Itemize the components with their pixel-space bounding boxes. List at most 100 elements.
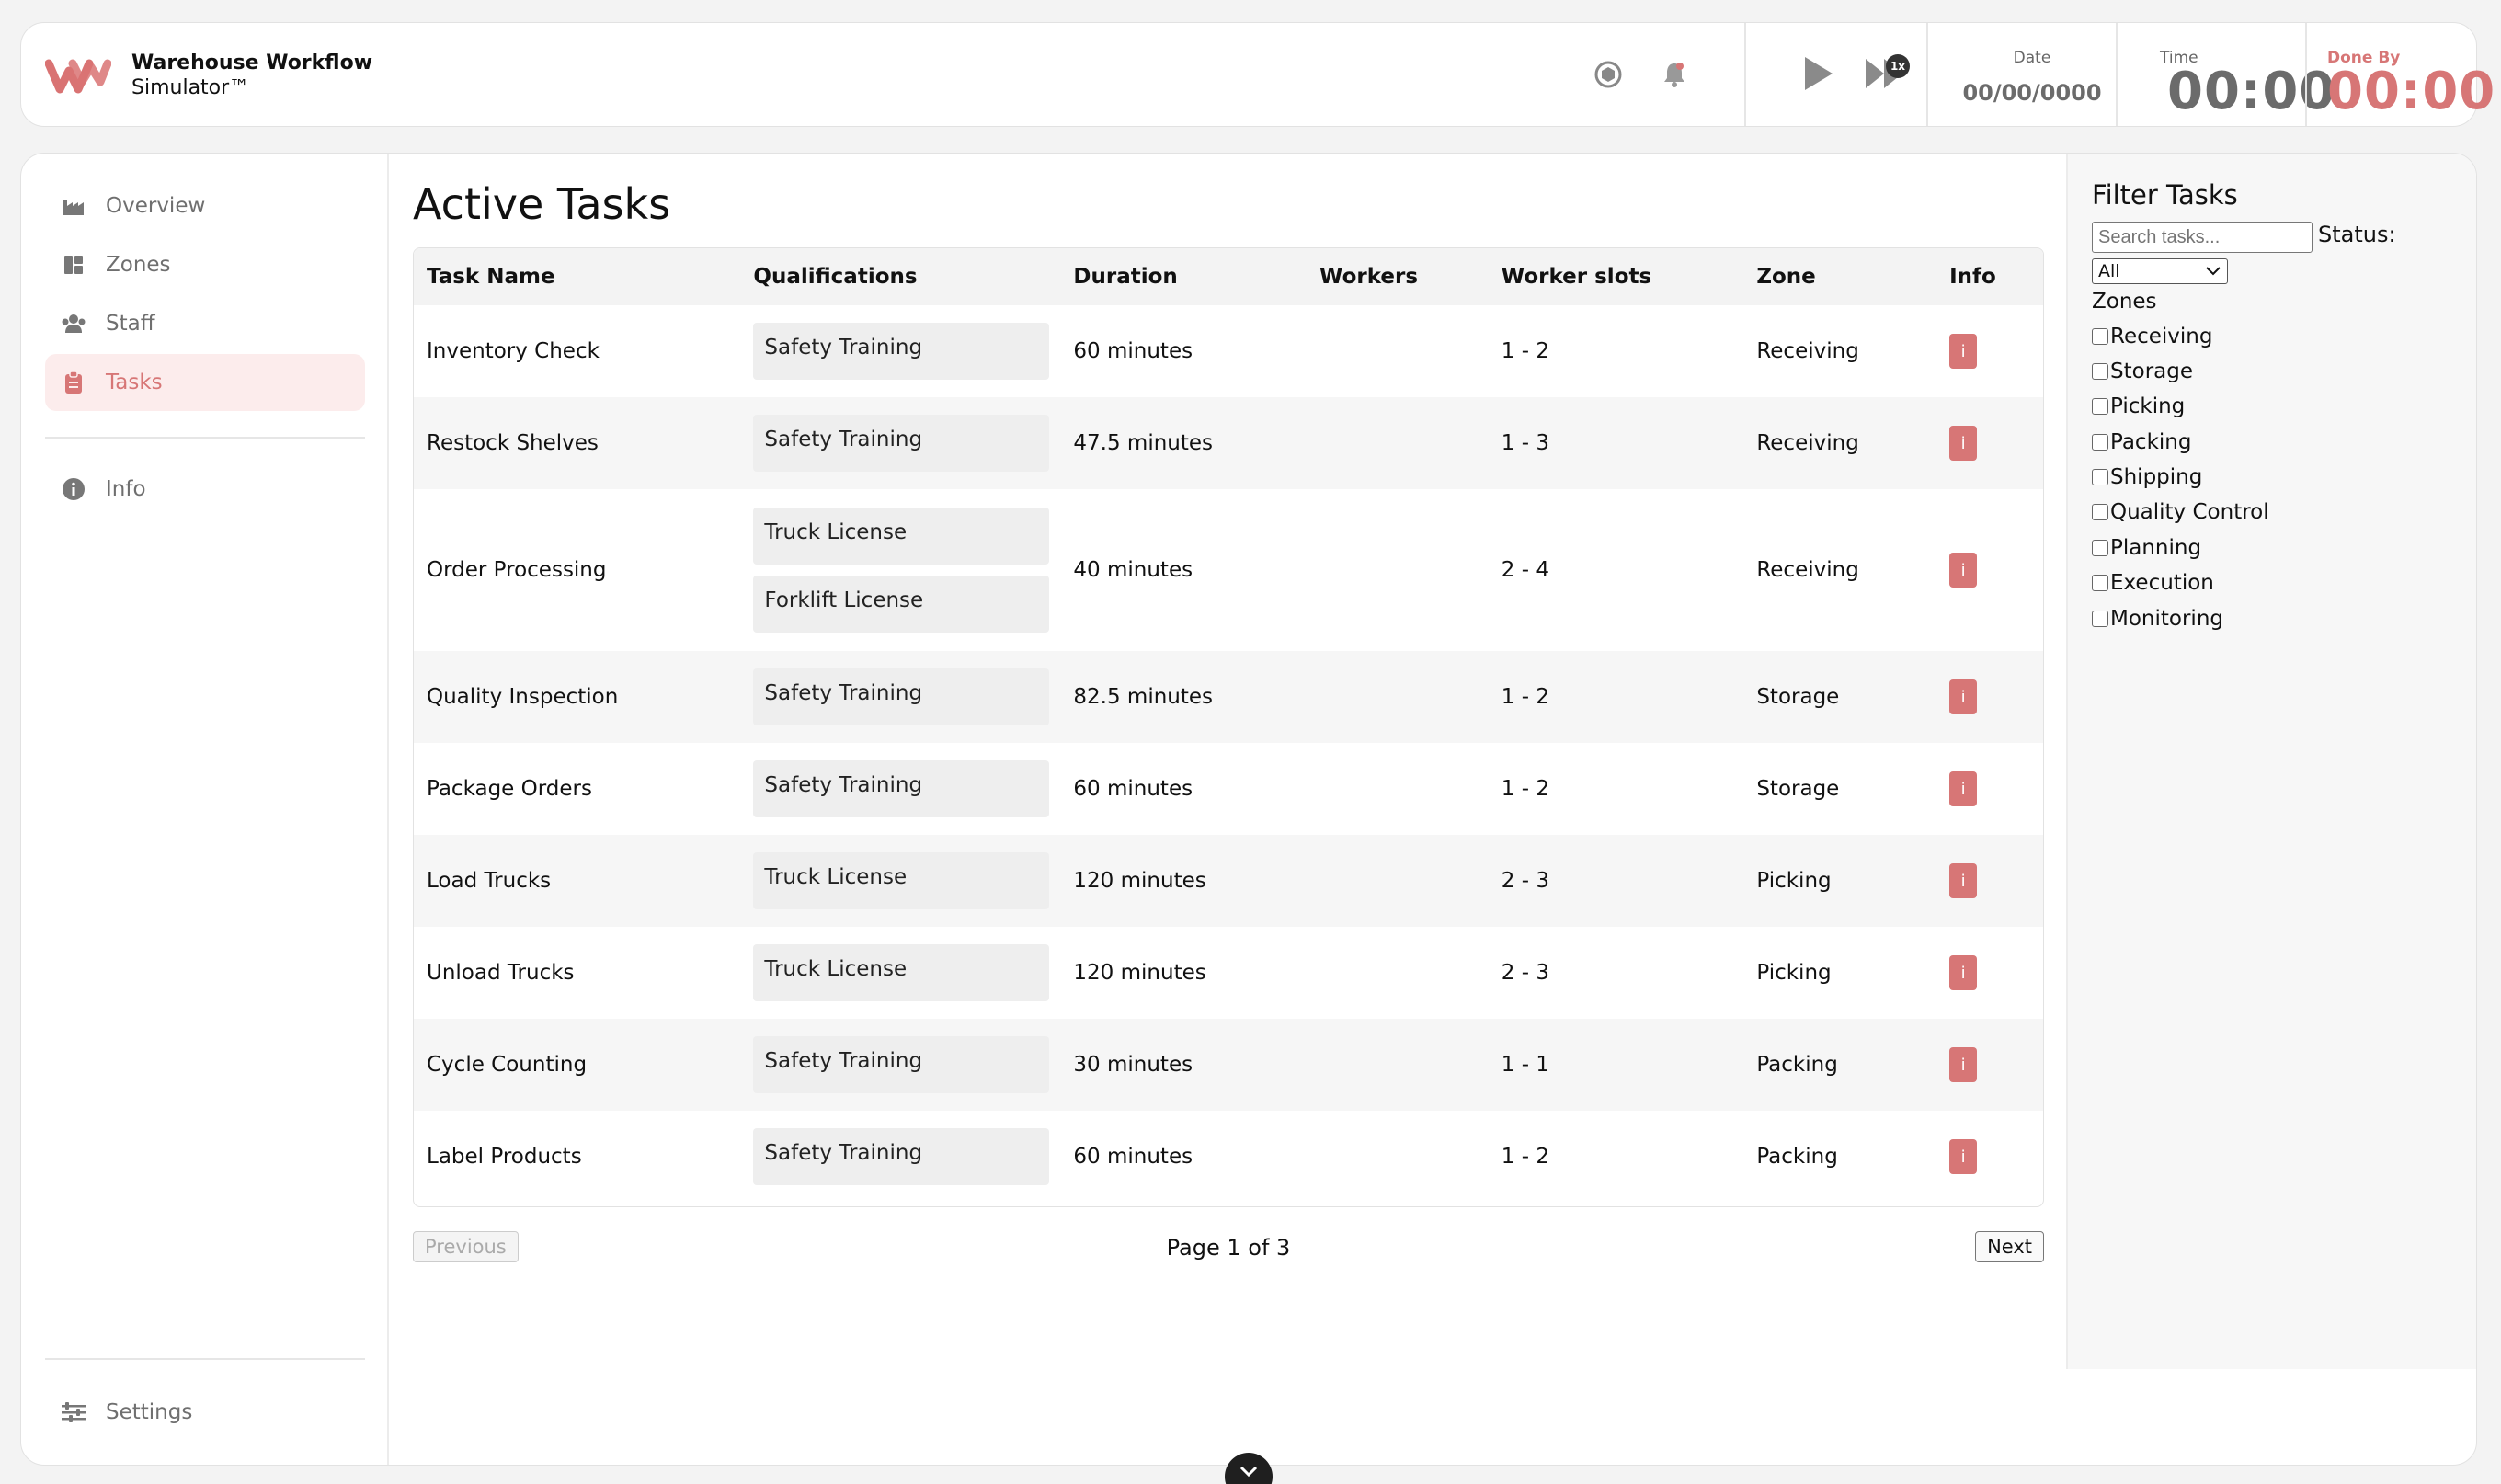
qualification-tag: Safety Training (753, 1128, 1050, 1185)
checkbox[interactable] (2092, 469, 2108, 485)
column-header[interactable]: Workers (1307, 248, 1489, 305)
task-name: Package Orders (427, 777, 592, 801)
info-button[interactable]: i (1949, 553, 1978, 588)
app-subtitle: Simulator™ (131, 76, 250, 99)
zone-filter-label: Planning (2110, 536, 2202, 560)
info-button[interactable]: i (1949, 334, 1978, 369)
next-button[interactable]: Next (1975, 1231, 2044, 1262)
task-duration: 30 minutes (1073, 1053, 1193, 1077)
play-button[interactable] (1801, 55, 1836, 96)
checkbox[interactable] (2092, 328, 2108, 345)
info-button[interactable]: i (1949, 426, 1978, 461)
task-zone: Packing (1756, 1145, 1838, 1169)
task-name: Unload Trucks (427, 961, 575, 985)
sidebar-item-label: Info (106, 477, 146, 501)
zone-filter-quality-control[interactable]: Quality Control (2092, 500, 2269, 524)
done-by-block: Done By 00:00 (2307, 23, 2495, 126)
checkbox[interactable] (2092, 434, 2108, 451)
zone-filter-picking[interactable]: Picking (2092, 394, 2185, 418)
info-button[interactable]: i (1949, 1047, 1978, 1082)
info-button[interactable]: i (1949, 1139, 1978, 1174)
task-workers (1307, 1111, 1489, 1203)
sidebar-item-label: Staff (106, 312, 155, 336)
filter-panel: Filter Tasks Status: All Zones Receiving… (2066, 154, 2476, 1369)
qualification-tag: Safety Training (753, 760, 1050, 817)
zone-filter-label: Quality Control (2110, 500, 2269, 524)
checkbox[interactable] (2092, 398, 2108, 415)
info-circle-icon (60, 475, 87, 503)
checkbox[interactable] (2092, 540, 2108, 556)
table-row: Load Trucks Truck License 120 minutes 2 … (414, 835, 2043, 927)
status-select[interactable]: All (2092, 258, 2228, 284)
zone-filter-receiving[interactable]: Receiving (2092, 325, 2212, 348)
info-button[interactable]: i (1949, 955, 1978, 990)
zone-filter-monitoring[interactable]: Monitoring (2092, 607, 2223, 631)
task-name: Label Products (427, 1145, 582, 1169)
zone-filter-label: Packing (2110, 430, 2192, 454)
date-value: 00/00/0000 (1962, 80, 2102, 106)
task-zone: Storage (1756, 685, 1840, 709)
column-header[interactable]: Info (1936, 248, 2043, 305)
task-duration: 120 minutes (1073, 869, 1206, 893)
sidebar-item-label: Tasks (106, 371, 163, 394)
table-row: Quality Inspection Safety Training 82.5 … (414, 651, 2043, 743)
task-workers (1307, 835, 1489, 927)
search-input[interactable] (2092, 222, 2313, 253)
speed-badge[interactable]: 1x (1886, 54, 1910, 78)
cube-icon[interactable] (1592, 58, 1625, 91)
task-name: Inventory Check (427, 339, 600, 363)
column-header[interactable]: Task Name (414, 248, 741, 305)
task-name: Cycle Counting (427, 1053, 588, 1077)
qualification-tag: Safety Training (753, 415, 1050, 472)
qualification-tag: Safety Training (753, 323, 1050, 380)
chevron-down-icon (2205, 261, 2221, 281)
task-duration: 40 minutes (1073, 558, 1193, 582)
task-slots: 1 - 2 (1501, 777, 1549, 801)
task-name: Quality Inspection (427, 685, 619, 709)
table-row: Cycle Counting Safety Training 30 minute… (414, 1019, 2043, 1111)
task-zone: Receiving (1756, 339, 1859, 363)
qualification-tag: Forklift License (753, 576, 1050, 633)
zone-filter-packing[interactable]: Packing (2092, 430, 2191, 454)
checkbox[interactable] (2092, 363, 2108, 380)
tasks-content: Active Tasks Task Name Qualifications Du… (391, 154, 2088, 1465)
checkbox[interactable] (2092, 575, 2108, 591)
task-slots: 2 - 3 (1501, 869, 1549, 893)
zone-filter-label: Shipping (2110, 465, 2203, 489)
sliders-icon (60, 1398, 87, 1426)
sidebar-item-settings[interactable]: Settings (45, 1384, 365, 1441)
task-slots: 1 - 2 (1501, 1145, 1549, 1169)
task-zone: Storage (1756, 777, 1840, 801)
checkbox[interactable] (2092, 504, 2108, 520)
sidebar-item-tasks[interactable]: Tasks (45, 354, 365, 411)
sidebar-item-overview[interactable]: Overview (45, 177, 365, 234)
zone-filter-planning[interactable]: Planning (2092, 536, 2201, 560)
info-button[interactable]: i (1949, 771, 1978, 806)
task-workers (1307, 489, 1489, 651)
zone-filter-label: Monitoring (2110, 607, 2223, 631)
task-duration: 47.5 minutes (1073, 431, 1214, 455)
zone-filter-storage[interactable]: Storage (2092, 360, 2193, 383)
column-header[interactable]: Zone (1743, 248, 1937, 305)
bell-icon[interactable] (1658, 58, 1691, 91)
app-title: Warehouse Workflow (131, 51, 373, 74)
qualification-tag: Safety Training (753, 668, 1050, 725)
zone-filter-shipping[interactable]: Shipping (2092, 465, 2202, 489)
column-header[interactable]: Qualifications (740, 248, 1061, 305)
info-button[interactable]: i (1949, 863, 1978, 898)
info-button[interactable]: i (1949, 679, 1978, 714)
task-workers (1307, 927, 1489, 1019)
sidebar-item-info[interactable]: Info (45, 461, 365, 518)
column-header[interactable]: Duration (1060, 248, 1308, 305)
sidebar-item-staff[interactable]: Staff (45, 295, 365, 352)
checkbox[interactable] (2092, 611, 2108, 627)
column-header[interactable]: Worker slots (1488, 248, 1744, 305)
zone-filter-label: Storage (2110, 360, 2193, 383)
sidebar-item-zones[interactable]: Zones (45, 236, 365, 293)
factory-icon (60, 192, 87, 220)
task-slots: 1 - 3 (1501, 431, 1549, 455)
task-slots: 1 - 2 (1501, 685, 1549, 709)
done-by-value: 00:00 (2327, 62, 2496, 121)
zone-filter-execution[interactable]: Execution (2092, 571, 2214, 595)
task-duration: 82.5 minutes (1073, 685, 1214, 709)
